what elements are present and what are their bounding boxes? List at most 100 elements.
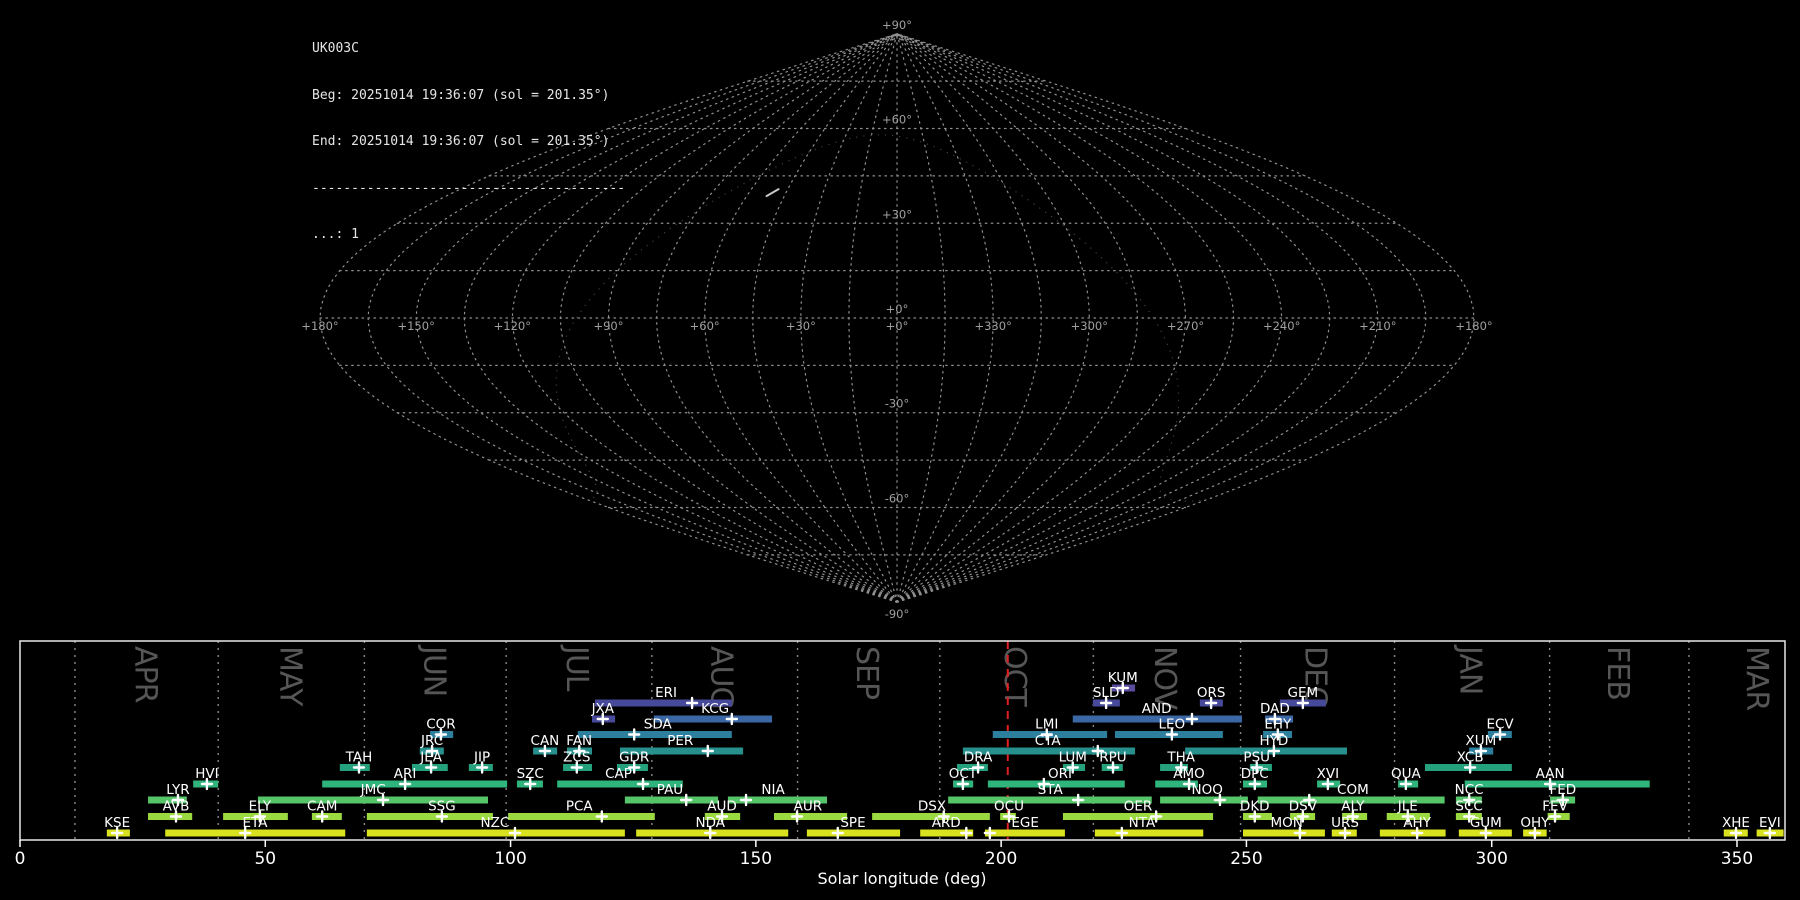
shower-label-hvi: HVI bbox=[195, 766, 218, 782]
skymap-lon-label: +330° bbox=[974, 319, 1011, 333]
x-tick-label: 50 bbox=[254, 849, 276, 869]
month-label-jun: JUN bbox=[417, 644, 452, 696]
shower-label-ahy: AHY bbox=[1403, 815, 1431, 831]
shower-label-xhe: XHE bbox=[1722, 815, 1750, 831]
station-id: UK003C bbox=[312, 41, 359, 56]
shower-label-and: AND bbox=[1142, 701, 1172, 717]
month-label-jul: JUL bbox=[559, 644, 594, 692]
month-label-feb: FEB bbox=[1600, 646, 1635, 700]
month-label-aug: AUG bbox=[703, 646, 738, 709]
end-timestamp: End: 20251014 19:36:07 (sol = 201.35°) bbox=[312, 134, 610, 149]
header-divider: ---------------------------------------- bbox=[312, 180, 626, 196]
shower-label-dsx: DSX bbox=[918, 799, 946, 815]
shower-label-xcb: XCB bbox=[1457, 750, 1484, 766]
shower-label-mon: MON bbox=[1270, 815, 1302, 831]
month-label-jan: JAN bbox=[1453, 644, 1488, 694]
meteor-count: ...: 1 bbox=[312, 227, 359, 242]
shower-label-jip: JIP bbox=[473, 750, 490, 766]
shower-label-sld: SLD bbox=[1093, 685, 1120, 701]
month-label-may: MAY bbox=[272, 646, 307, 707]
shower-label-nia: NIA bbox=[761, 782, 785, 798]
skymap-lon-label: +150° bbox=[397, 319, 434, 333]
shower-label-leo: LEO bbox=[1159, 717, 1186, 733]
skymap-lat-label: +30° bbox=[882, 207, 912, 221]
meteor-trail-line bbox=[765, 188, 780, 198]
shower-label-nta: NTA bbox=[1129, 815, 1156, 831]
month-label-oct: OCT bbox=[997, 646, 1032, 708]
shower-label-jle: JLE bbox=[1397, 799, 1418, 815]
shower-label-ssg: SSG bbox=[428, 799, 456, 815]
shower-label-dra: DRA bbox=[964, 750, 993, 766]
x-tick-label: 250 bbox=[1230, 849, 1262, 869]
meteor-trail bbox=[765, 188, 780, 198]
shower-label-cor: COR bbox=[426, 717, 455, 733]
shower-label-jea: JEA bbox=[419, 750, 443, 766]
shower-label-pau: PAU bbox=[657, 782, 683, 798]
shower-label-gem: GEM bbox=[1288, 685, 1319, 701]
skymap-lat-label: +0° bbox=[886, 302, 909, 316]
shower-label-ard: ARD bbox=[932, 815, 961, 831]
shower-label-scc: SCC bbox=[1455, 799, 1482, 815]
shower-label-qua: QUA bbox=[1391, 766, 1422, 782]
shower-label-psu: PSU bbox=[1243, 750, 1270, 766]
shower-label-xvi: XVI bbox=[1317, 766, 1339, 782]
shower-label-aly: ALY bbox=[1341, 799, 1365, 815]
shower-label-hyd: HYD bbox=[1259, 733, 1288, 749]
shower-label-lum: LUM bbox=[1059, 750, 1087, 766]
skymap-lon-label: +180° bbox=[1455, 319, 1492, 333]
shower-label-dpc: DPC bbox=[1241, 766, 1269, 782]
x-tick-label: 0 bbox=[15, 849, 26, 869]
skymap-lon-label: +120° bbox=[494, 319, 531, 333]
shower-label-kum: KUM bbox=[1108, 670, 1138, 686]
skymap-lon-label: +0° bbox=[886, 319, 909, 333]
shower-label-kse: KSE bbox=[104, 815, 130, 831]
shower-label-zcs: ZCS bbox=[563, 750, 590, 766]
month-label-sep: SEP bbox=[849, 646, 884, 700]
skymap-lon-label: +30° bbox=[786, 319, 816, 333]
shower-label-dad: DAD bbox=[1260, 701, 1290, 717]
shower-label-nda: NDA bbox=[695, 815, 725, 831]
shower-label-com: COM bbox=[1337, 782, 1369, 798]
skymap-lon-label: +210° bbox=[1359, 319, 1396, 333]
shower-label-cam: CAM bbox=[307, 799, 337, 815]
skymap-lon-label: +90° bbox=[593, 319, 623, 333]
shower-label-ocu: OCU bbox=[994, 799, 1024, 815]
shower-label-sta: STA bbox=[1038, 782, 1064, 798]
shower-label-evi: EVI bbox=[1759, 815, 1781, 831]
axis-ticks: 0 50 100 150 200 250 300 350 bbox=[15, 840, 1753, 869]
shower-label-noo: NOO bbox=[1191, 782, 1222, 798]
month-label-mar: MAR bbox=[1739, 646, 1774, 710]
shower-label-ors: ORS bbox=[1197, 685, 1226, 701]
skymap-lat-label: -30° bbox=[885, 397, 910, 411]
plot-canvas: +90° +60° +30° +0° -30° -60° -90° +180° +150° +12… bbox=[15, 18, 1786, 888]
skymap-lat-label: -90° bbox=[885, 607, 910, 621]
skymap-lon-label: +240° bbox=[1263, 319, 1300, 333]
shower-label-cta: CTA bbox=[1035, 733, 1062, 749]
shower-label-aan: AAN bbox=[1536, 766, 1565, 782]
shower-label-jmc: JMC bbox=[360, 782, 386, 798]
shower-label-lyr: LYR bbox=[166, 782, 189, 798]
shower-label-fev: FEV bbox=[1542, 799, 1568, 815]
shower-label-cap: CAP bbox=[605, 766, 632, 782]
shower-label-lmi: LMI bbox=[1035, 717, 1058, 733]
shower-label-tah: TAH bbox=[345, 750, 373, 766]
shower-label-fan: FAN bbox=[566, 733, 592, 749]
x-tick-label: 150 bbox=[740, 849, 772, 869]
shower-label-ege: EGE bbox=[1011, 815, 1039, 831]
shower-label-dkd: DKD bbox=[1240, 799, 1270, 815]
shower-label-aud: AUD bbox=[707, 799, 737, 815]
shower-label-spe: SPE bbox=[840, 815, 865, 831]
x-tick-label: 200 bbox=[985, 849, 1017, 869]
shower-label-oer: OER bbox=[1124, 799, 1153, 815]
shower-label-ohy: OHY bbox=[1520, 815, 1550, 831]
x-axis-title: Solar longitude (deg) bbox=[818, 869, 987, 888]
shower-label-eri: ERI bbox=[655, 685, 677, 701]
shower-label-ori: ORI bbox=[1048, 766, 1072, 782]
month-label-apr: APR bbox=[128, 646, 163, 703]
shower-label-kcg: KCG bbox=[701, 701, 729, 717]
begin-timestamp: Beg: 20251014 19:36:07 (sol = 201.35°) bbox=[312, 87, 610, 103]
shower-label-avb: AVB bbox=[163, 799, 190, 815]
x-tick-label: 100 bbox=[494, 849, 526, 869]
shower-label-ecv: ECV bbox=[1486, 717, 1514, 733]
shower-bars: KUM ERI SLD ORS GEM JXA KCG AND DAD COR SDA LMI LEO E… bbox=[104, 670, 1784, 840]
